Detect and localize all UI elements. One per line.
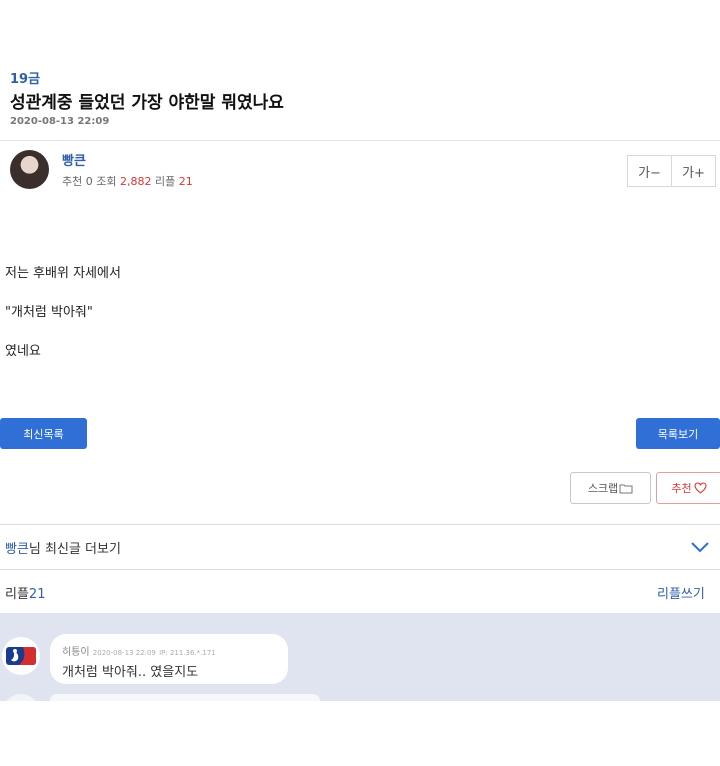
- reply-label: 리플: [5, 587, 29, 602]
- rec-label: 추천: [62, 175, 83, 188]
- divider: [0, 569, 720, 570]
- comment-datetime: 2020-08-13 22:09: [92, 649, 156, 657]
- post-datetime: 2020-08-13 22:09: [10, 116, 110, 127]
- font-size-controls: 가− 가+: [627, 155, 716, 187]
- heart-icon: [694, 482, 707, 494]
- view-list-button[interactable]: 목록보기: [636, 418, 720, 449]
- recommend-button[interactable]: 추천: [656, 472, 720, 504]
- author-name[interactable]: 빵큰: [62, 150, 86, 169]
- post-category[interactable]: 19금: [10, 68, 40, 87]
- latest-list-button[interactable]: 최신목록: [0, 418, 87, 449]
- views-count: 2,882: [120, 175, 152, 188]
- recommend-label: 추천: [671, 482, 692, 495]
- comment-nick[interactable]: 히틍이: [62, 647, 90, 658]
- chevron-down-icon[interactable]: [690, 540, 710, 554]
- comment-meta: 히틍이 2020-08-13 22:09 IP: 211.36.*.171: [62, 643, 216, 658]
- divider: [0, 140, 720, 141]
- post-body-line: "개처럼 박아줘": [5, 305, 93, 320]
- author-avatar[interactable]: [10, 150, 49, 189]
- comment-avatar[interactable]: [2, 694, 40, 701]
- comment-text: 개처럼 박아줘.. 였을지도: [62, 665, 199, 680]
- more-posts-text: 님 최신글 더보기: [28, 542, 121, 557]
- divider: [0, 524, 720, 525]
- post-body-line: 였네요: [5, 344, 41, 359]
- post-title: 성관계중 들었던 가장 야한말 뭐였나요: [10, 93, 284, 113]
- post-body-line: 저는 후배위 자세에서: [5, 266, 121, 281]
- scrap-label: 스크랩: [587, 482, 619, 495]
- write-reply-link[interactable]: 리플쓰기: [657, 583, 705, 602]
- post-stats: 추천 0 조회 2,882 리플 21: [62, 173, 193, 189]
- views-label: 조회: [96, 175, 117, 188]
- more-posts-nick: 빵큰: [5, 542, 29, 557]
- rec-count: 0: [85, 175, 93, 188]
- font-decrease-button[interactable]: 가−: [628, 156, 671, 186]
- folder-icon: [619, 484, 633, 493]
- replies-label: 리플: [155, 175, 176, 188]
- font-increase-button[interactable]: 가+: [671, 156, 715, 186]
- comment-ip: IP: 211.36.*.171: [159, 649, 216, 657]
- comment-avatar[interactable]: [2, 637, 40, 675]
- author-more-posts-link[interactable]: 빵큰님 최신글 더보기: [5, 538, 121, 557]
- reply-count-number: 21: [28, 587, 46, 602]
- scrap-button[interactable]: 스크랩: [570, 472, 651, 504]
- replies-count: 21: [178, 175, 193, 188]
- reply-count: 리플21: [5, 583, 45, 602]
- comment-bubble: [50, 694, 320, 701]
- mlb-logo-icon: [6, 647, 36, 665]
